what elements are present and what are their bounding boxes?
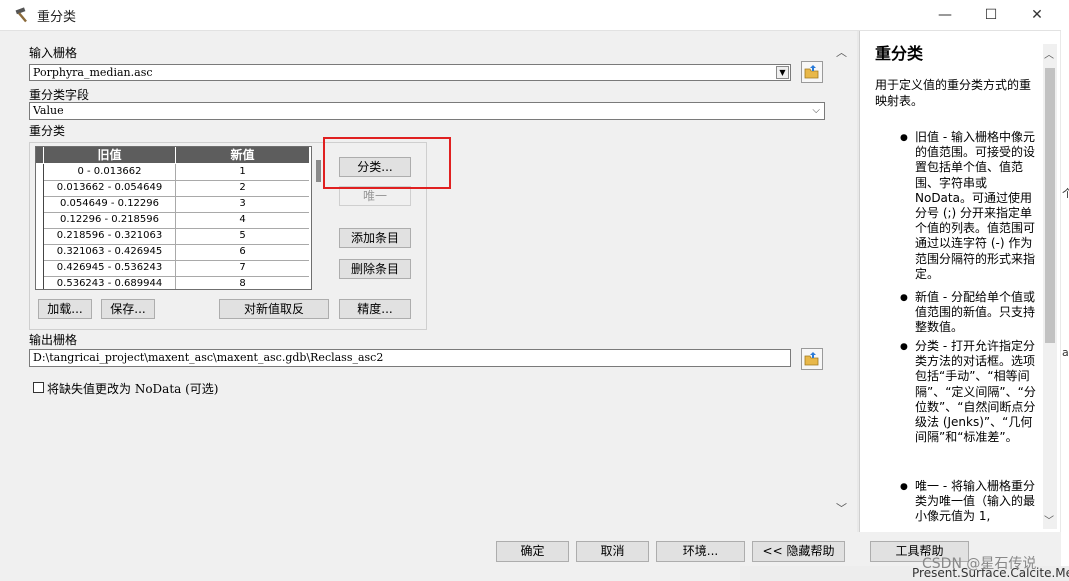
background-text: as [1062,346,1069,359]
help-title: 重分类 [875,44,924,63]
title-bar [0,0,1061,31]
row-header[interactable] [36,276,44,289]
bullet-icon: ● [900,342,908,352]
load-button[interactable]: 加载... [38,299,92,319]
background-window-edge [1061,0,1069,581]
folder-icon [804,65,819,79]
table-row[interactable]: 0 - 0.013662 1 [36,164,309,181]
help-scrollbar-thumb[interactable] [1045,68,1055,343]
old-value-cell[interactable]: 0.013662 - 0.054649 [44,180,176,196]
row-header[interactable] [36,196,44,212]
save-button[interactable]: 保存... [101,299,155,319]
input-raster-label: 输入栅格 [29,46,78,60]
help-intro: 用于定义值的重分类方式的重映射表。 [875,78,1032,108]
row-header-corner [36,147,43,163]
new-value-cell[interactable]: 7 [176,260,309,276]
minimize-button[interactable]: — [922,0,968,30]
new-value-cell[interactable]: 8 [176,276,309,289]
annotation-highlight [323,137,451,189]
remap-table[interactable]: 旧值 新值 0 - 0.013662 1 0.013662 - 0.054649 2 0… [35,146,312,290]
precision-button[interactable]: 精度... [339,299,411,319]
bullet-icon: ● [900,133,908,143]
scroll-down-icon[interactable]: ﹀ [836,500,847,516]
table-row[interactable]: 0.536243 - 0.689944 8 [36,276,309,289]
old-value-cell[interactable]: 0 - 0.013662 [44,164,176,180]
hammer-icon [15,7,27,23]
row-header[interactable] [36,244,44,260]
reclass-field-select[interactable]: Value ⌵ [29,102,825,120]
table-row[interactable]: 0.321063 - 0.426945 6 [36,244,309,261]
new-value-cell[interactable]: 4 [176,212,309,228]
help-item-classify: 分类 - 打开允许指定分类方法的对话框。选项包括“手动”、“相等间隔”、“定义间… [915,339,1036,445]
old-value-cell[interactable]: 0.218596 - 0.321063 [44,228,176,244]
nodata-checkbox-label: 将缺失值更改为 NoData (可选) [47,382,219,396]
new-value-cell[interactable]: 3 [176,196,309,212]
reclassification-label: 重分类 [29,124,66,138]
old-value-cell[interactable]: 0.054649 - 0.12296 [44,196,176,212]
close-button[interactable]: ✕ [1014,0,1060,30]
input-raster-value: Porphyra_median.asc [33,66,153,79]
help-item-old-value: 旧值 - 输入栅格中像元的值范围。可接受的设置包括单个值、值范围、字符串或 No… [915,130,1036,281]
row-header[interactable] [36,260,44,276]
table-scrollbar[interactable] [316,160,321,182]
add-entry-button[interactable]: 添加条目 [339,228,411,248]
old-value-cell[interactable]: 0.321063 - 0.426945 [44,244,176,260]
scroll-up-icon[interactable]: ︿ [836,44,847,60]
row-header[interactable] [36,228,44,244]
folder-icon [804,352,819,366]
output-folder-button[interactable] [801,348,823,370]
maximize-button[interactable]: ☐ [968,0,1014,30]
output-raster-label: 输出栅格 [29,333,78,347]
new-value-cell[interactable]: 2 [176,180,309,196]
reverse-new-values-button[interactable]: 对新值取反 [219,299,329,319]
table-row[interactable]: 0.218596 - 0.321063 5 [36,228,309,245]
ok-button[interactable]: 确定 [496,541,569,562]
window-title: 重分类 [37,10,77,25]
output-raster-field[interactable]: D:\tangricai_project\maxent_asc\maxent_a… [29,349,791,367]
table-row[interactable]: 0.013662 - 0.054649 2 [36,180,309,197]
new-value-cell[interactable]: 1 [176,164,309,180]
dropdown-arrow-icon[interactable]: ▼ [776,66,789,79]
hide-help-button[interactable]: << 隐藏帮助 [752,541,845,562]
reclass-field-value: Value [33,104,64,117]
old-value-cell[interactable]: 0.12296 - 0.218596 [44,212,176,228]
output-raster-value: D:\tangricai_project\maxent_asc\maxent_a… [33,351,384,364]
help-scroll-up-icon[interactable]: ︿ [1044,46,1054,61]
unique-button[interactable]: 唯一 [339,186,411,206]
old-value-cell[interactable]: 0.426945 - 0.536243 [44,260,176,276]
row-header[interactable] [36,180,44,196]
table-row[interactable]: 0.054649 - 0.12296 3 [36,196,309,213]
row-header[interactable] [36,164,44,180]
new-values-header[interactable]: 新值 [176,147,309,163]
table-row[interactable]: 0.12296 - 0.218596 4 [36,212,309,229]
input-raster-combo[interactable]: Porphyra_median.asc ▼ [29,64,791,81]
row-header[interactable] [36,212,44,228]
help-item-unique: 唯一 - 将输入栅格重分类为唯一值（输入的最小像元值为 1, [915,479,1036,524]
chevron-down-icon: ⌵ [812,105,820,116]
nodata-checkbox[interactable] [33,382,44,393]
bullet-icon: ● [900,293,908,303]
cancel-button[interactable]: 取消 [576,541,649,562]
new-value-cell[interactable]: 6 [176,244,309,260]
open-folder-button[interactable] [801,61,823,83]
help-item-new-value: 新值 - 分配给单个值或值范围的新值。只支持整数值。 [915,290,1036,335]
help-scroll-down-icon[interactable]: ﹀ [1044,512,1054,527]
old-values-header[interactable]: 旧值 [44,147,175,163]
table-row[interactable]: 0.426945 - 0.536243 7 [36,260,309,277]
background-text: 个 [1062,187,1069,200]
reclass-field-label: 重分类字段 [29,88,90,102]
new-value-cell[interactable]: 5 [176,228,309,244]
old-value-cell[interactable]: 0.536243 - 0.689944 [44,276,176,289]
delete-entry-button[interactable]: 删除条目 [339,259,411,279]
watermark: CSDN @星石传说 [922,556,1037,572]
bullet-icon: ● [900,482,908,492]
environments-button[interactable]: 环境... [656,541,745,562]
